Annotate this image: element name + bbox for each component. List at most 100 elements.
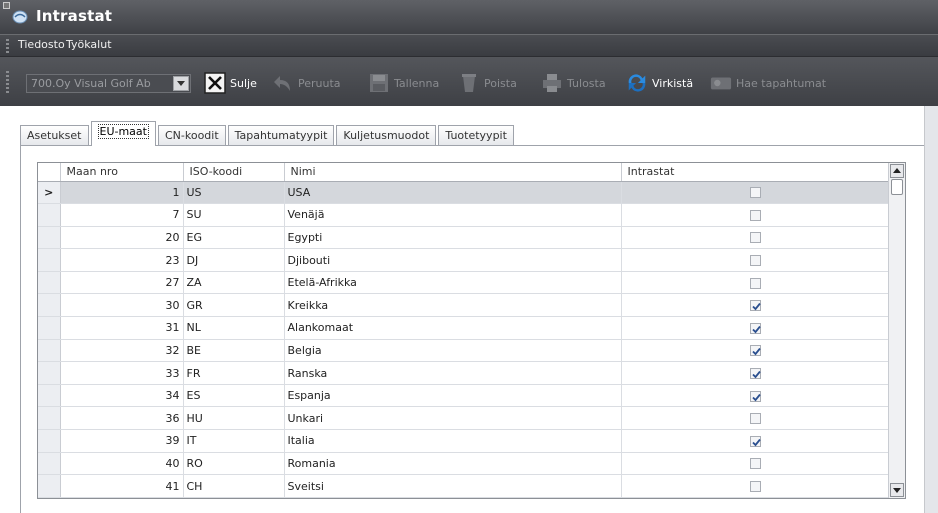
menu-item-file[interactable]: Tiedosto bbox=[18, 38, 65, 51]
intrastat-checkbox[interactable] bbox=[749, 390, 761, 402]
tab-kuljetusmuodot[interactable]: Kuljetusmuodot bbox=[336, 125, 437, 145]
cell-maan-nro[interactable]: 1 bbox=[60, 181, 184, 205]
table-row[interactable]: 30 GR Kreikka bbox=[38, 293, 890, 318]
intrastat-checkbox[interactable] bbox=[749, 481, 761, 493]
scroll-down-arrow-icon[interactable] bbox=[890, 483, 904, 497]
cell-maan-nro[interactable]: 34 bbox=[60, 384, 184, 408]
intrastat-checkbox[interactable] bbox=[749, 255, 761, 267]
cell-iso-koodi[interactable]: GR bbox=[183, 293, 285, 318]
intrastat-checkbox[interactable] bbox=[749, 322, 761, 334]
scroll-up-arrow-icon[interactable] bbox=[890, 164, 904, 178]
intrastat-checkbox[interactable] bbox=[749, 458, 761, 470]
cell-maan-nro[interactable]: 20 bbox=[60, 226, 184, 250]
cell-maan-nro[interactable]: 31 bbox=[60, 316, 184, 340]
table-row[interactable]: 39 IT Italia bbox=[38, 429, 890, 453]
intrastat-checkbox[interactable] bbox=[749, 277, 761, 289]
row-selector[interactable] bbox=[38, 248, 61, 272]
row-selector[interactable] bbox=[38, 452, 61, 476]
cell-maan-nro[interactable]: 27 bbox=[60, 271, 184, 295]
scrollbar-thumb[interactable] bbox=[891, 179, 903, 195]
row-selector[interactable] bbox=[38, 406, 61, 431]
cell-nimi[interactable]: Kreikka bbox=[284, 293, 622, 318]
delete-button[interactable]: Poista bbox=[458, 69, 517, 97]
intrastat-checkbox[interactable] bbox=[749, 187, 761, 199]
cell-maan-nro[interactable]: 39 bbox=[60, 429, 184, 453]
table-row[interactable]: 23 DJ Djibouti bbox=[38, 248, 890, 272]
cell-nimi[interactable]: Italia bbox=[284, 429, 622, 453]
row-selector[interactable]: > bbox=[38, 181, 61, 205]
table-row[interactable]: 27 ZA Etelä-Afrikka bbox=[38, 271, 890, 295]
cell-iso-koodi[interactable]: EG bbox=[183, 226, 285, 250]
cell-nimi[interactable]: Belgia bbox=[284, 339, 622, 363]
tab-tuotetyypit[interactable]: Tuotetyypit bbox=[438, 125, 514, 145]
cell-iso-koodi[interactable]: RO bbox=[183, 452, 285, 476]
cell-maan-nro[interactable]: 23 bbox=[60, 248, 184, 272]
cell-nimi[interactable]: Alankomaat bbox=[284, 316, 622, 340]
table-row[interactable]: 34 ES Espanja bbox=[38, 384, 890, 408]
column-header-nimi[interactable]: Nimi bbox=[284, 163, 622, 182]
cell-maan-nro[interactable]: 36 bbox=[60, 406, 184, 431]
column-header-intrastat[interactable]: Intrastat bbox=[621, 163, 890, 182]
cell-iso-koodi[interactable]: HU bbox=[183, 406, 285, 431]
cell-iso-koodi[interactable]: IT bbox=[183, 429, 285, 453]
column-header-maan-nro[interactable]: Maan nro bbox=[60, 163, 184, 182]
intrastat-checkbox[interactable] bbox=[749, 209, 761, 221]
table-row[interactable]: 36 HU Unkari bbox=[38, 406, 890, 431]
intrastat-checkbox[interactable] bbox=[749, 413, 761, 425]
tab-cn-koodit[interactable]: CN-koodit bbox=[157, 125, 226, 145]
intrastat-checkbox[interactable] bbox=[749, 435, 761, 447]
row-selector[interactable] bbox=[38, 293, 61, 318]
cell-nimi[interactable]: USA bbox=[284, 181, 622, 205]
save-button[interactable]: Tallenna bbox=[368, 69, 439, 97]
cell-maan-nro[interactable]: 40 bbox=[60, 452, 184, 476]
cell-iso-koodi[interactable]: SU bbox=[183, 203, 285, 227]
column-header-iso-koodi[interactable]: ISO-koodi bbox=[183, 163, 285, 182]
close-button[interactable]: Sulje bbox=[204, 69, 257, 97]
table-row[interactable]: 7 SU Venäjä bbox=[38, 203, 890, 227]
row-selector[interactable] bbox=[38, 203, 61, 227]
cell-nimi[interactable]: Etelä-Afrikka bbox=[284, 271, 622, 295]
cell-iso-koodi[interactable]: ZA bbox=[183, 271, 285, 295]
cell-nimi[interactable]: Ranska bbox=[284, 361, 622, 385]
intrastat-checkbox[interactable] bbox=[749, 368, 761, 380]
row-selector[interactable] bbox=[38, 429, 61, 453]
cell-iso-koodi[interactable]: BE bbox=[183, 339, 285, 363]
intrastat-checkbox[interactable] bbox=[749, 232, 761, 244]
table-row[interactable]: 33 FR Ranska bbox=[38, 361, 890, 385]
table-row[interactable]: 32 BE Belgia bbox=[38, 339, 890, 363]
cell-iso-koodi[interactable]: US bbox=[183, 181, 285, 205]
intrastat-checkbox[interactable] bbox=[749, 345, 761, 357]
cell-maan-nro[interactable]: 32 bbox=[60, 339, 184, 363]
row-selector[interactable] bbox=[38, 384, 61, 408]
cell-nimi[interactable]: Espanja bbox=[284, 384, 622, 408]
cell-iso-koodi[interactable]: FR bbox=[183, 361, 285, 385]
table-row[interactable]: 40 RO Romania bbox=[38, 452, 890, 476]
cell-nimi[interactable]: Venäjä bbox=[284, 203, 622, 227]
cell-nimi[interactable]: Djibouti bbox=[284, 248, 622, 272]
cell-maan-nro[interactable]: 30 bbox=[60, 293, 184, 318]
tab-tapahtumatyypit[interactable]: Tapahtumatyypit bbox=[227, 125, 335, 145]
cell-iso-koodi[interactable]: NL bbox=[183, 316, 285, 340]
cell-maan-nro[interactable]: 41 bbox=[60, 474, 184, 498]
menu-item-tools[interactable]: Työkalut bbox=[66, 38, 112, 51]
table-row[interactable]: 31 NL Alankomaat bbox=[38, 316, 890, 340]
row-selector[interactable] bbox=[38, 271, 61, 295]
cell-iso-koodi[interactable]: DJ bbox=[183, 248, 285, 272]
table-row[interactable]: >1 US USA bbox=[38, 181, 890, 205]
fetch-events-button[interactable]: Hae tapahtumat bbox=[710, 69, 826, 97]
table-row[interactable]: 41 CH Sveitsi bbox=[38, 474, 890, 498]
row-selector[interactable] bbox=[38, 474, 61, 498]
company-select[interactable]: 700.Oy Visual Golf Ab bbox=[26, 74, 191, 93]
cell-nimi[interactable]: Egypti bbox=[284, 226, 622, 250]
cell-maan-nro[interactable]: 7 bbox=[60, 203, 184, 227]
row-selector[interactable] bbox=[38, 226, 61, 250]
intrastat-checkbox[interactable] bbox=[749, 300, 761, 312]
tab-eu-maat[interactable]: EU-maat bbox=[90, 121, 156, 146]
tab-asetukset[interactable]: Asetukset bbox=[20, 125, 89, 145]
row-selector[interactable] bbox=[38, 339, 61, 363]
refresh-button[interactable]: Virkistä bbox=[626, 69, 693, 97]
chevron-down-icon[interactable] bbox=[173, 76, 189, 91]
undo-button[interactable]: Peruuta bbox=[272, 69, 341, 97]
row-selector[interactable] bbox=[38, 361, 61, 385]
vertical-scrollbar[interactable] bbox=[888, 163, 905, 498]
